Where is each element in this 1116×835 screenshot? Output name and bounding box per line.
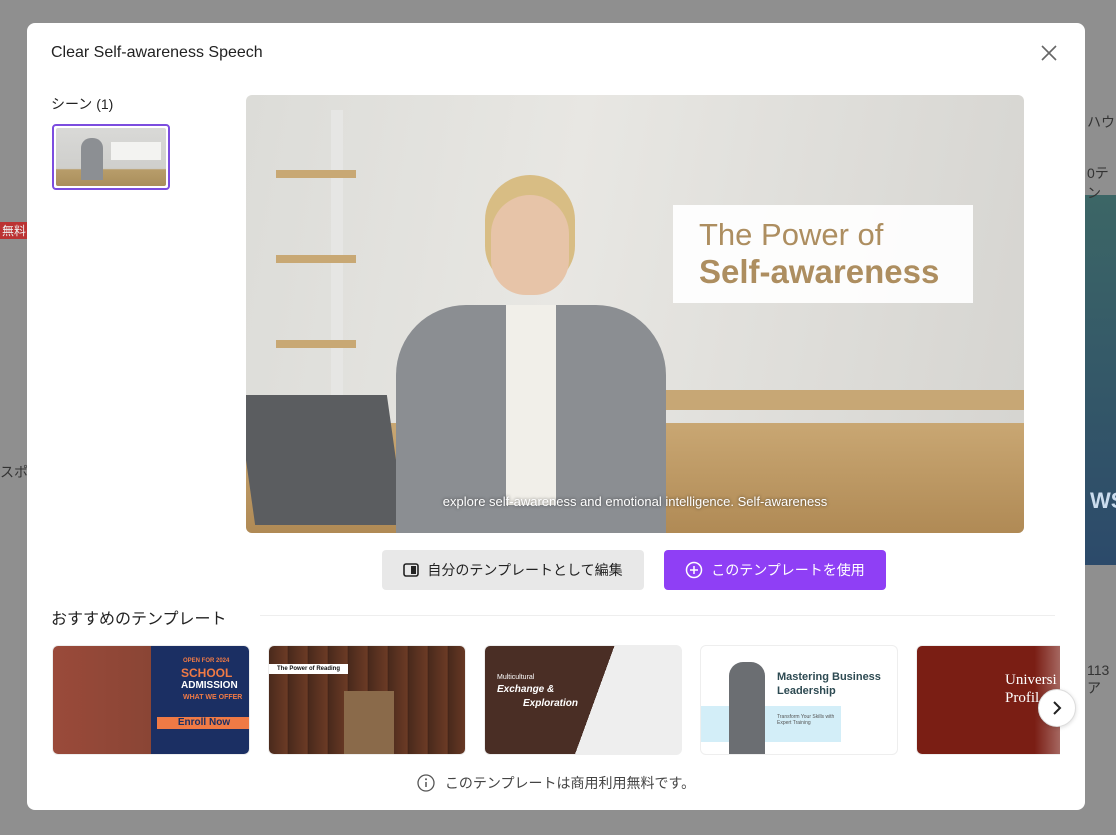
plus-circle-icon bbox=[685, 561, 703, 579]
subtitle-caption: explore self-awareness and emotional int… bbox=[442, 494, 828, 509]
template-preview-modal: Clear Self-awareness Speech シーン (1) The … bbox=[27, 23, 1085, 810]
card-text: ADMISSION bbox=[181, 680, 238, 691]
headline-line2: Self-awareness bbox=[699, 253, 940, 290]
close-icon[interactable] bbox=[1039, 43, 1059, 63]
card-text: Profil bbox=[1005, 690, 1040, 706]
background-text: ハウ bbox=[1087, 114, 1115, 130]
card-text: Universi bbox=[1005, 672, 1057, 688]
side-table bbox=[666, 390, 1024, 410]
scenes-label: シーン (1) bbox=[51, 96, 114, 112]
card-text: WHAT WE OFFER bbox=[183, 694, 243, 701]
chevron-right-icon bbox=[1053, 701, 1062, 715]
card-text: Exchange & bbox=[497, 684, 555, 695]
panel-icon bbox=[403, 563, 420, 577]
edit-as-my-template-button[interactable]: 自分のテンプレートとして編集 bbox=[382, 550, 644, 590]
shelf-pole bbox=[331, 110, 343, 440]
card-text: Multicultural bbox=[497, 674, 535, 681]
edit-button-label: 自分のテンプレートとして編集 bbox=[427, 562, 623, 578]
recommended-title: おすすめのテンプレート bbox=[51, 611, 227, 628]
card-text: Transform Your Skills with Expert Traini… bbox=[777, 714, 835, 726]
background-text: 0テン bbox=[1087, 165, 1109, 201]
presenter bbox=[396, 175, 666, 533]
license-note-text: このテンプレートは商用利用無料です。 bbox=[444, 775, 696, 791]
card-text: Mastering Business bbox=[777, 671, 881, 683]
headline-box: The Power of Self-awareness bbox=[673, 205, 973, 303]
card-cta-text: Enroll Now bbox=[157, 717, 249, 729]
divider bbox=[260, 615, 1055, 616]
template-card[interactable]: OPEN FOR 2024 SCHOOL ADMISSION WHAT WE O… bbox=[52, 645, 250, 755]
info-icon bbox=[417, 774, 435, 792]
card-text: OPEN FOR 2024 bbox=[183, 658, 230, 664]
modal-title: Clear Self-awareness Speech bbox=[51, 44, 263, 61]
use-template-button[interactable]: このテンプレートを使用 bbox=[664, 550, 886, 590]
license-note: このテンプレートは商用利用無料です。 bbox=[27, 773, 1085, 793]
background-text: スポ bbox=[0, 464, 28, 480]
template-carousel: OPEN FOR 2024 SCHOOL ADMISSION WHAT WE O… bbox=[52, 645, 1060, 755]
card-text: Leadership bbox=[777, 685, 836, 697]
shelf bbox=[276, 170, 356, 178]
video-preview[interactable]: The Power of Self-awareness explore self… bbox=[246, 95, 1024, 533]
card-text: Exploration bbox=[523, 698, 579, 709]
headline-line1: The Power of bbox=[699, 217, 884, 252]
shelf bbox=[276, 340, 356, 348]
scene-thumbnail[interactable] bbox=[52, 124, 170, 190]
background-badge: 無料 bbox=[0, 222, 29, 239]
use-button-label: このテンプレートを使用 bbox=[711, 562, 865, 578]
template-card[interactable]: Multicultural Exchange & Exploration bbox=[484, 645, 682, 755]
card-text: The Power of Reading bbox=[269, 664, 349, 674]
background-text: WS bbox=[1090, 488, 1116, 513]
shelf bbox=[276, 255, 356, 263]
template-card[interactable]: Mastering Business Leadership Transform … bbox=[700, 645, 898, 755]
template-card[interactable]: The Power of Reading bbox=[268, 645, 466, 755]
carousel-next-button[interactable] bbox=[1038, 689, 1076, 727]
background-text: 113ア bbox=[1087, 662, 1110, 696]
card-text: SCHOOL bbox=[181, 666, 233, 680]
